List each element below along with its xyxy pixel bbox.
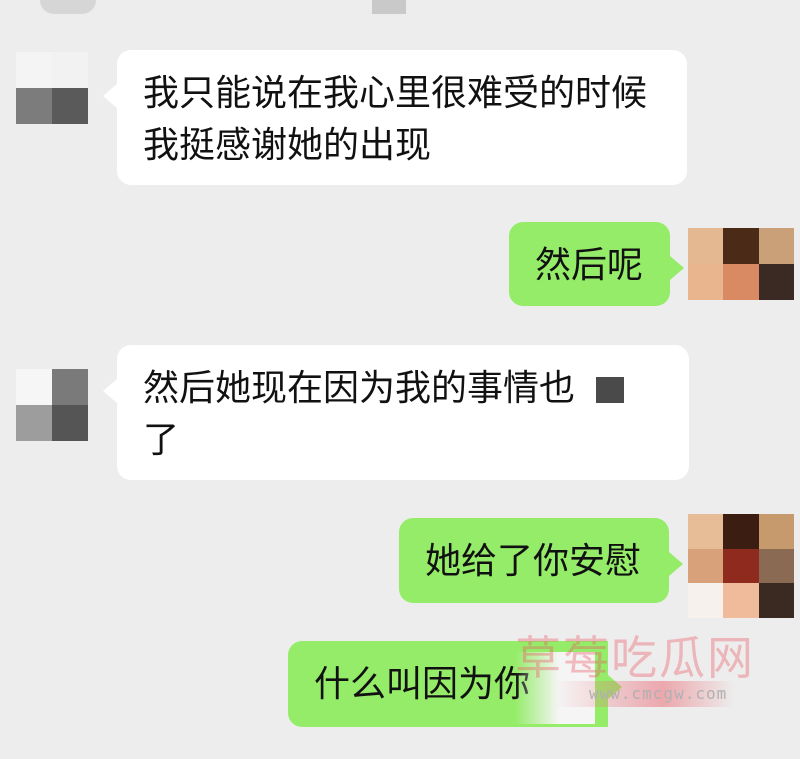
message-bubble-outgoing[interactable]: 她给了你安慰 [399, 518, 683, 603]
message-text: 然后呢 [535, 245, 644, 286]
message-text: 我挺感谢她的出现 [143, 125, 432, 166]
top-element-fragment [40, 0, 96, 14]
contact-avatar[interactable] [16, 52, 88, 124]
message-bubble-incoming[interactable]: 我只能说在我心里很难受的时候 我挺感谢她的出现 [103, 50, 687, 185]
top-element-fragment [372, 0, 406, 14]
message-bubble-incoming[interactable]: 然后她现在因为我的事情也 了 [103, 345, 689, 480]
watermark-url: www.cmcgw.com [555, 681, 735, 707]
redaction-block [596, 377, 624, 403]
contact-avatar[interactable] [16, 369, 88, 441]
watermark-brand: 草莓吃瓜网 [515, 631, 755, 685]
message-text: 了 [143, 420, 180, 461]
message-text: 她给了你安慰 [425, 541, 642, 582]
message-text: 我只能说在我心里很难受的时候 [143, 73, 648, 114]
self-avatar[interactable] [688, 228, 794, 300]
message-text: 然后她现在因为我的事情也 [143, 368, 576, 409]
self-avatar[interactable] [688, 514, 794, 618]
message-bubble-outgoing[interactable]: 然后呢 [509, 222, 684, 306]
